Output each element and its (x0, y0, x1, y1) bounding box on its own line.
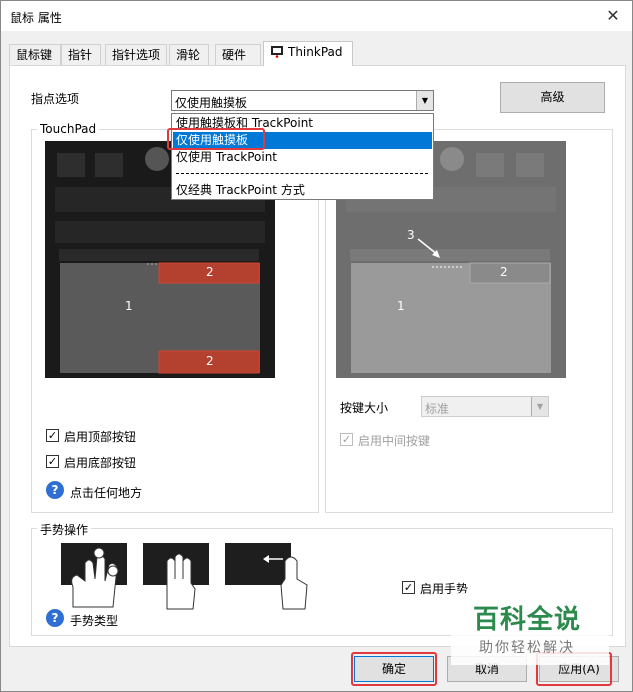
title-bar: 鼠标 属性 ✕ (1, 1, 632, 31)
pointing-options-select[interactable]: 仅使用触摸板 ▼ (171, 90, 434, 111)
pointing-options-label: 指点选项 (31, 92, 80, 106)
hand-swipe-icon (263, 555, 308, 610)
tab-buttons[interactable]: 鼠标键 (9, 44, 61, 65)
advanced-button[interactable]: 高级 (500, 82, 605, 113)
enable-bottom-buttons-checkbox[interactable]: ✓ (46, 455, 59, 468)
thinkpad-icon (271, 46, 283, 58)
pointing-options-value: 仅使用触摸板 (175, 96, 248, 110)
hand-three-finger-icon (166, 553, 196, 610)
option-classic-trackpoint[interactable]: 仅经典 TrackPoint 方式 (173, 182, 432, 199)
enable-bottom-buttons-label: 启用底部按钮 (64, 456, 137, 470)
window-title: 鼠标 属性 (10, 11, 62, 25)
enable-top-buttons-label: 启用顶部按钮 (64, 430, 137, 444)
watermark: 百科全说 助你轻松解决 (451, 593, 609, 665)
enable-middle-button-checkbox[interactable]: ✓ (340, 433, 353, 446)
gestures-group-title: 手势操作 (37, 521, 92, 538)
tab-hardware[interactable]: 硬件 (215, 44, 261, 65)
pointing-options-dropdown: 使用触摸板和 TrackPoint 仅使用触摸板 仅使用 TrackPoint … (171, 113, 434, 200)
touchpad-zone-1: 1 (125, 299, 133, 313)
tab-pointers[interactable]: 指针 (61, 44, 101, 65)
button-size-select[interactable]: 标准 ▼ (421, 396, 549, 417)
tab-thinkpad[interactable]: ThinkPad (263, 41, 353, 66)
help-icon[interactable]: ? (46, 609, 64, 627)
close-button[interactable]: ✕ (598, 3, 628, 29)
chevron-down-icon[interactable]: ▼ (531, 397, 548, 416)
watermark-subtitle: 助你轻松解决 (479, 640, 575, 656)
click-anywhere-link[interactable]: 点击任何地方 (70, 484, 142, 501)
trackpoint-zone-2: 2 (500, 265, 508, 279)
mouse-properties-window: 鼠标 属性 ✕ 鼠标键 指针 指针选项 滑轮 硬件 ThinkPad 指点选项 … (0, 0, 633, 692)
touchpad-zone-2-bottom: 2 (206, 354, 214, 368)
tab-wheel[interactable]: 滑轮 (169, 44, 209, 65)
highlight-selected-option (167, 128, 265, 150)
button-size-value: 标准 (425, 402, 450, 416)
dropdown-separator (176, 173, 428, 174)
hand-pinch-icon (71, 547, 119, 608)
enable-middle-button-label: 启用中间按键 (358, 434, 431, 448)
chevron-down-icon[interactable]: ▼ (416, 91, 433, 110)
tab-pointer-options[interactable]: 指针选项 (105, 44, 167, 65)
enable-top-buttons-checkbox[interactable]: ✓ (46, 429, 59, 442)
enable-gestures-checkbox[interactable]: ✓ (402, 581, 415, 594)
watermark-title: 百科全说 (473, 605, 582, 635)
gesture-types-link[interactable]: 手势类型 (70, 612, 118, 629)
option-trackpoint-only[interactable]: 仅使用 TrackPoint (173, 149, 432, 166)
trackpoint-zone-3: 3 (407, 228, 415, 242)
touchpad-group-title: TouchPad (37, 122, 100, 136)
button-size-label: 按键大小 (340, 401, 389, 415)
trackpoint-zone-1: 1 (397, 299, 405, 313)
highlight-ok-button (351, 652, 437, 686)
tab-thinkpad-label: ThinkPad (288, 45, 343, 59)
touchpad-zone-2-top: 2 (206, 265, 214, 279)
help-icon[interactable]: ? (46, 481, 64, 499)
